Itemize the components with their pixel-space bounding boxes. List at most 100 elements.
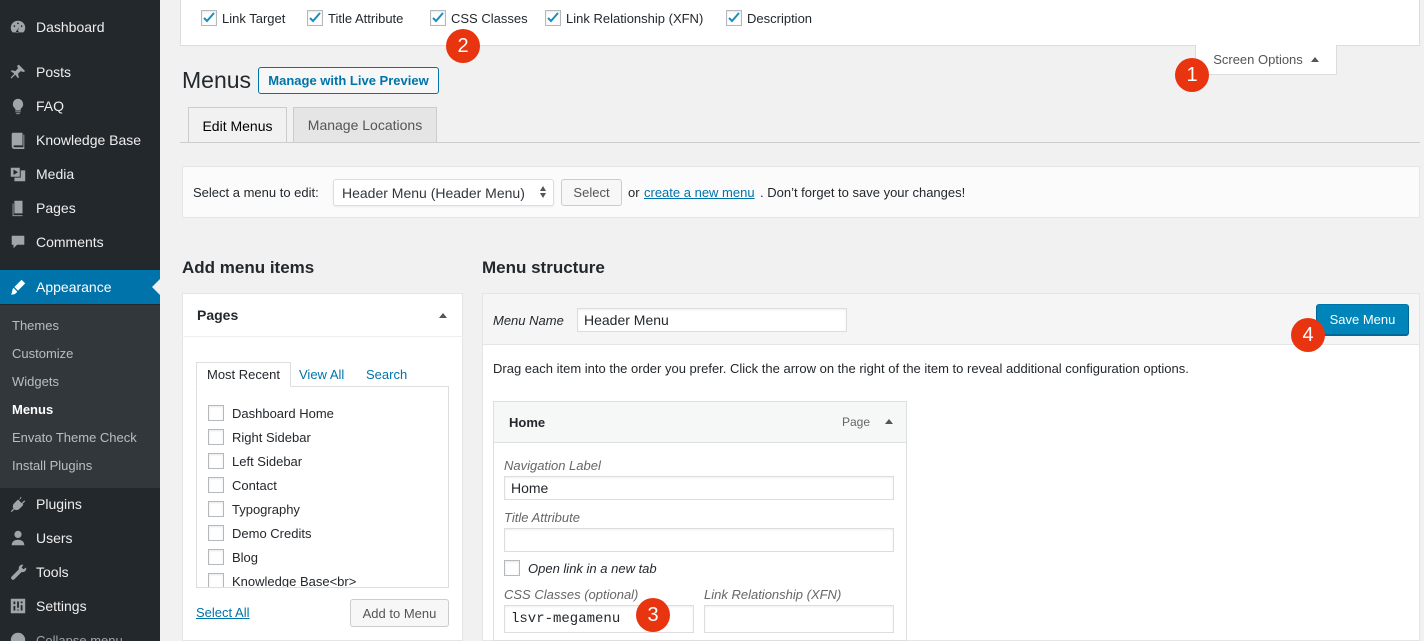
tab-edit-menus[interactable]: Edit Menus bbox=[188, 107, 287, 143]
brush-icon bbox=[0, 278, 36, 296]
sidebar-label: Comments bbox=[36, 234, 104, 250]
screen-option-xfn[interactable]: Link Relationship (XFN) bbox=[545, 10, 703, 26]
list-item[interactable]: Typography bbox=[208, 501, 300, 517]
select-button[interactable]: Select bbox=[561, 179, 622, 206]
pages-checklist: Dashboard Home Right Sidebar Left Sideba… bbox=[196, 386, 449, 588]
list-item[interactable]: Blog bbox=[208, 549, 258, 565]
item-toggle-arrow-icon[interactable] bbox=[885, 419, 893, 424]
submenu-themes[interactable]: Themes bbox=[12, 318, 59, 333]
page-label: Demo Credits bbox=[232, 525, 312, 541]
screen-option-css-classes[interactable]: CSS Classes bbox=[430, 10, 528, 26]
collapse-icon bbox=[0, 631, 36, 641]
menu-name-input[interactable]: Header Menu bbox=[577, 308, 847, 332]
admin-sidebar: Dashboard Posts FAQ Knowledge Base Media… bbox=[0, 0, 160, 641]
submenu-menus[interactable]: Menus bbox=[12, 402, 53, 417]
list-item[interactable]: Right Sidebar bbox=[208, 429, 311, 445]
checkbox[interactable] bbox=[208, 501, 224, 517]
sidebar-label: Plugins bbox=[36, 496, 82, 512]
screen-option-title-attribute[interactable]: Title Attribute bbox=[307, 10, 403, 26]
wrench-icon bbox=[0, 563, 36, 581]
checkbox-checked[interactable] bbox=[430, 10, 446, 26]
list-item[interactable]: Demo Credits bbox=[208, 525, 311, 541]
checkbox[interactable] bbox=[208, 549, 224, 565]
tab-search[interactable]: Search bbox=[366, 367, 407, 382]
page-label: Dashboard Home bbox=[232, 405, 334, 421]
hint-or-text: or bbox=[628, 185, 640, 200]
sidebar-item-users[interactable]: Users bbox=[0, 521, 160, 555]
submenu-install-plugins[interactable]: Install Plugins bbox=[12, 458, 92, 473]
sidebar-item-plugins[interactable]: Plugins bbox=[0, 487, 160, 521]
screen-option-link-target[interactable]: Link Target bbox=[201, 10, 285, 26]
comment-icon bbox=[0, 233, 36, 251]
checkbox[interactable] bbox=[208, 429, 224, 445]
list-item[interactable]: Knowledge Base<br> bbox=[208, 573, 356, 587]
menu-select-dropdown[interactable]: Header Menu (Header Menu) bbox=[333, 179, 554, 206]
submenu-customize[interactable]: Customize bbox=[12, 346, 73, 361]
tab-most-recent[interactable]: Most Recent bbox=[196, 362, 291, 387]
checkbox[interactable] bbox=[208, 477, 224, 493]
pages-metabox-title: Pages bbox=[197, 307, 239, 323]
callout-badge-3: 3 bbox=[636, 598, 670, 632]
checkbox-label: Link Target bbox=[222, 10, 286, 26]
create-menu-link[interactable]: create a new menu bbox=[644, 185, 755, 200]
collapse-arrow-icon[interactable] bbox=[439, 313, 447, 318]
checkbox[interactable] bbox=[208, 573, 224, 587]
dashboard-icon bbox=[0, 18, 36, 36]
tab-view-all[interactable]: View All bbox=[299, 367, 344, 382]
list-item[interactable]: Contact bbox=[208, 477, 277, 493]
sidebar-item-comments[interactable]: Comments bbox=[0, 225, 160, 259]
screen-options-toggle[interactable]: Screen Options bbox=[1195, 45, 1337, 75]
sidebar-item-knowledge-base[interactable]: Knowledge Base bbox=[0, 123, 160, 157]
tab-manage-locations[interactable]: Manage Locations bbox=[293, 107, 437, 142]
menu-name-label: Menu Name bbox=[493, 313, 564, 328]
list-item[interactable]: Dashboard Home bbox=[208, 405, 334, 421]
sidebar-item-pages[interactable]: Pages bbox=[0, 191, 160, 225]
sidebar-item-media[interactable]: Media bbox=[0, 157, 160, 191]
checkbox-checked[interactable] bbox=[726, 10, 742, 26]
checkbox[interactable] bbox=[208, 405, 224, 421]
xfn-input[interactable] bbox=[704, 605, 894, 633]
callout-badge-4: 4 bbox=[1291, 318, 1325, 352]
sidebar-label: Collapse menu bbox=[36, 632, 123, 641]
menu-select-value: Header Menu (Header Menu) bbox=[342, 184, 525, 201]
book-icon bbox=[0, 131, 36, 149]
sidebar-label: Appearance bbox=[36, 279, 112, 295]
submenu-widgets[interactable]: Widgets bbox=[12, 374, 59, 389]
select-all-link[interactable]: Select All bbox=[196, 605, 249, 620]
checkbox-checked[interactable] bbox=[545, 10, 561, 26]
sidebar-item-posts[interactable]: Posts bbox=[0, 55, 160, 89]
save-menu-button[interactable]: Save Menu bbox=[1316, 304, 1409, 335]
sidebar-item-tools[interactable]: Tools bbox=[0, 555, 160, 589]
callout-badge-1: 1 bbox=[1175, 58, 1209, 92]
save-reminder-text: . Don’t forget to save your changes! bbox=[760, 185, 966, 200]
checkbox[interactable] bbox=[208, 525, 224, 541]
sidebar-item-dashboard[interactable]: Dashboard bbox=[0, 10, 160, 44]
sidebar-item-appearance[interactable]: Appearance bbox=[0, 270, 160, 304]
screen-option-description[interactable]: Description bbox=[726, 10, 812, 26]
sidebar-item-faq[interactable]: FAQ bbox=[0, 89, 160, 123]
sidebar-item-collapse[interactable]: Collapse menu bbox=[0, 623, 160, 641]
pin-icon bbox=[0, 63, 36, 81]
user-icon bbox=[0, 529, 36, 547]
new-tab-label: Open link in a new tab bbox=[528, 560, 657, 576]
page-label: Contact bbox=[232, 477, 277, 493]
checkbox[interactable] bbox=[504, 560, 520, 576]
title-attr-input[interactable] bbox=[504, 528, 894, 552]
lightbulb-icon bbox=[0, 97, 36, 115]
sidebar-item-settings[interactable]: Settings bbox=[0, 589, 160, 623]
page-title: Menus bbox=[182, 67, 252, 93]
add-to-menu-button[interactable]: Add to Menu bbox=[350, 599, 449, 627]
nav-label-label: Navigation Label bbox=[504, 458, 601, 473]
sidebar-label: Tools bbox=[36, 564, 69, 580]
select-arrows-icon bbox=[540, 186, 546, 198]
checkbox[interactable] bbox=[208, 453, 224, 469]
sidebar-label: FAQ bbox=[36, 98, 65, 114]
checkbox-checked[interactable] bbox=[307, 10, 323, 26]
nav-label-input[interactable]: Home bbox=[504, 476, 894, 500]
sidebar-label: Pages bbox=[36, 200, 76, 216]
new-tab-option[interactable]: Open link in a new tab bbox=[504, 560, 657, 576]
submenu-envato-theme-check[interactable]: Envato Theme Check bbox=[12, 430, 137, 445]
list-item[interactable]: Left Sidebar bbox=[208, 453, 302, 469]
live-preview-button[interactable]: Manage with Live Preview bbox=[258, 67, 439, 94]
checkbox-checked[interactable] bbox=[201, 10, 217, 26]
